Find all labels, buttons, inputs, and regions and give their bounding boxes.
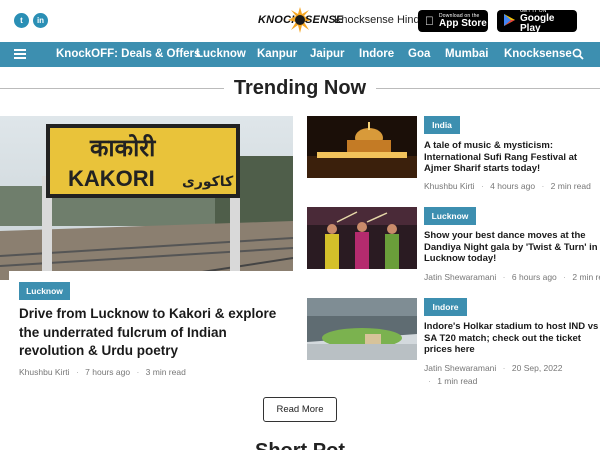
sign-english-text: KAKORI xyxy=(68,166,155,191)
side-article-meta: Khushbu Kirti · 4 hours ago · 2 min read xyxy=(424,181,591,191)
nav-item-knockoff[interactable]: KnockOFF: Deals & Offers xyxy=(56,48,200,60)
read-more-button[interactable]: Read More xyxy=(263,397,337,422)
featured-read-time: 3 min read xyxy=(145,367,186,377)
knocksense-hindi-link[interactable]: Knocksense Hindi xyxy=(334,14,422,26)
side-article-time: 6 hours ago xyxy=(511,272,557,282)
nav-item-goa[interactable]: Goa xyxy=(408,48,430,60)
side-article-meta: Jatin Shewaramani · 20 Sep, 2022 xyxy=(424,363,563,373)
side-article-tag[interactable]: India xyxy=(424,116,460,134)
side-article-author[interactable]: Khushbu Kirti xyxy=(424,181,475,191)
side-article-title[interactable]: Indore's Holkar stadium to host IND vs S… xyxy=(424,321,600,356)
side-article-image[interactable] xyxy=(307,207,417,269)
side-article-tag[interactable]: Indore xyxy=(424,298,467,316)
featured-time: 7 hours ago xyxy=(85,367,131,377)
side-article-author[interactable]: Jatin Shewaramani xyxy=(424,363,496,373)
nav-item-indore[interactable]: Indore xyxy=(359,48,394,60)
sign-hindi-text: काकोरी xyxy=(89,134,156,162)
side-article-tag[interactable]: Lucknow xyxy=(424,207,476,225)
trending-now-heading: Trending Now xyxy=(0,77,600,101)
next-section-title: Short Pot xyxy=(230,440,370,450)
side-article-time: 20 Sep, 2022 xyxy=(511,363,563,373)
top-header: t in KNOCK SENSE Knocksense Hindi  Down… xyxy=(0,0,600,42)
featured-author[interactable]: Khushbu Kirti xyxy=(19,367,70,377)
nav-item-lucknow[interactable]: Lucknow xyxy=(196,48,246,60)
google-play-big-text: Google Play xyxy=(520,12,555,34)
side-article-meta: Jatin Shewaramani · 6 hours ago · 2 min … xyxy=(424,272,600,282)
side-article-read-time: 2 min read xyxy=(550,181,591,191)
side-article-time: 4 hours ago xyxy=(490,181,536,191)
featured-article-image[interactable]: काकोरी KAKORI کاکوری xyxy=(0,116,293,280)
linkedin-icon[interactable]: in xyxy=(33,13,48,28)
nav-item-mumbai[interactable]: Mumbai xyxy=(445,48,488,60)
side-article-author[interactable]: Jatin Shewaramani xyxy=(424,272,496,282)
apple-icon:  xyxy=(425,14,434,28)
nav-item-jaipur[interactable]: Jaipur xyxy=(310,48,345,60)
side-article-read-time: 1 min read xyxy=(437,376,478,386)
side-article-title[interactable]: A tale of music & mysticism: Internation… xyxy=(424,140,600,175)
side-article-read-time: 2 min read xyxy=(572,272,600,282)
side-article-meta-line2: · 1 min read xyxy=(428,376,478,386)
side-article-image[interactable] xyxy=(307,298,417,360)
nav-item-knocksense[interactable]: Knocksense xyxy=(504,48,572,60)
google-play-badge[interactable]: GET IT ON Google Play xyxy=(497,8,577,34)
nav-item-kanpur[interactable]: Kanpur xyxy=(257,48,297,60)
google-play-icon xyxy=(504,13,515,29)
twitter-icon[interactable]: t xyxy=(14,13,29,28)
main-nav: KnockOFF: Deals & Offers Lucknow Kanpur … xyxy=(0,42,600,67)
featured-article-meta: Khushbu Kirti · 7 hours ago · 3 min read xyxy=(19,367,186,377)
featured-article-title[interactable]: Drive from Lucknow to Kakori & explore t… xyxy=(19,305,284,361)
app-store-badge[interactable]:  Download on the App Store xyxy=(418,10,488,32)
side-article-image[interactable] xyxy=(307,116,417,178)
featured-category-tag[interactable]: Lucknow xyxy=(19,282,70,300)
app-store-big-text: App Store xyxy=(430,17,487,29)
hamburger-menu-icon[interactable] xyxy=(14,49,26,59)
knocksense-logo[interactable]: KNOCK SENSE xyxy=(258,6,343,34)
search-icon[interactable] xyxy=(572,48,584,60)
sign-urdu-text: کاکوری xyxy=(182,174,234,190)
side-article-title[interactable]: Show your best dance moves at the Dandiy… xyxy=(424,230,600,265)
